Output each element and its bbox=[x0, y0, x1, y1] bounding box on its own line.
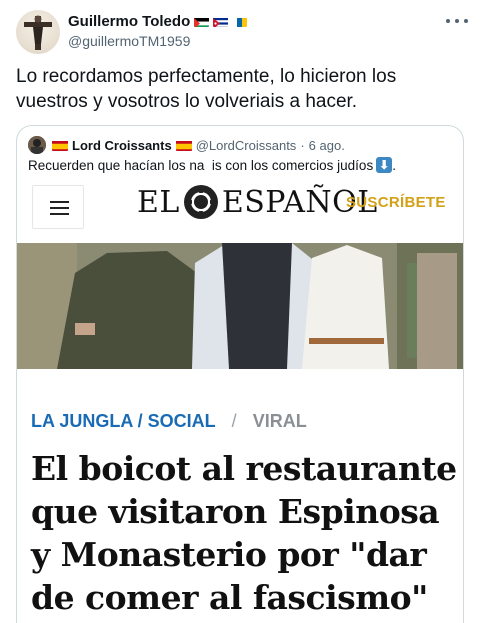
quoted-separator: · bbox=[300, 137, 305, 153]
section-tag: VIRAL bbox=[252, 411, 307, 431]
el-espanol-logo: EL ESPAÑOL bbox=[137, 182, 378, 222]
canarias-flag-icon bbox=[232, 16, 248, 27]
quoted-tweet[interactable]: Lord Croissants @LordCroissants · 6 ago.… bbox=[16, 125, 464, 623]
tweet-text: Lo recordamos perfectamente, lo hicieron… bbox=[16, 66, 397, 112]
author-avatar[interactable] bbox=[16, 10, 60, 54]
cuba-flag-icon bbox=[213, 16, 229, 27]
site-header: EL ESPAÑOL SUSCRÍBETE bbox=[17, 179, 463, 239]
palestine-flag-icon bbox=[194, 16, 210, 27]
logo-left: EL bbox=[137, 184, 180, 220]
article-screenshot: EL ESPAÑOL SUSCRÍBETE LA JUNGLA / SOCIAL… bbox=[17, 179, 463, 623]
quoted-author-handle: @LordCroissants bbox=[195, 137, 297, 153]
quoted-text: Recuerden que hacían los na is con los c… bbox=[28, 157, 396, 173]
article-section: LA JUNGLA / SOCIAL / VIRAL bbox=[31, 411, 307, 432]
quoted-text-body: Recuerden que hacían los na is con los c… bbox=[28, 157, 374, 173]
article-photo bbox=[17, 243, 463, 369]
more-horizontal-icon[interactable] bbox=[446, 14, 468, 28]
down-arrow-icon: ⬇ bbox=[376, 157, 393, 173]
spain-flag-icon bbox=[52, 140, 68, 151]
quoted-date: 6 ago. bbox=[308, 137, 345, 153]
tweet-header: Guillermo Toledo @guillermoTM1959 bbox=[68, 11, 458, 51]
section-separator: / bbox=[231, 411, 237, 431]
author-name[interactable]: Guillermo Toledo bbox=[68, 13, 190, 30]
quoted-avatar bbox=[28, 136, 46, 154]
quoted-author-name: Lord Croissants bbox=[72, 137, 172, 153]
author-handle[interactable]: @guillermoTM1959 bbox=[68, 33, 458, 49]
quoted-header: Lord Croissants @LordCroissants · 6 ago. bbox=[28, 135, 345, 155]
spain-flag-icon bbox=[175, 140, 192, 151]
article-headline: El boicot al restaurante que visitaron E… bbox=[31, 449, 457, 617]
subscribe-label: SUSCRÍBETE bbox=[346, 194, 446, 211]
hamburger-menu-icon bbox=[32, 185, 84, 229]
tweet: Guillermo Toledo @guillermoTM1959 Lo rec… bbox=[0, 0, 485, 623]
section-label: LA JUNGLA / SOCIAL bbox=[31, 411, 216, 431]
lion-logo-icon bbox=[183, 185, 218, 219]
